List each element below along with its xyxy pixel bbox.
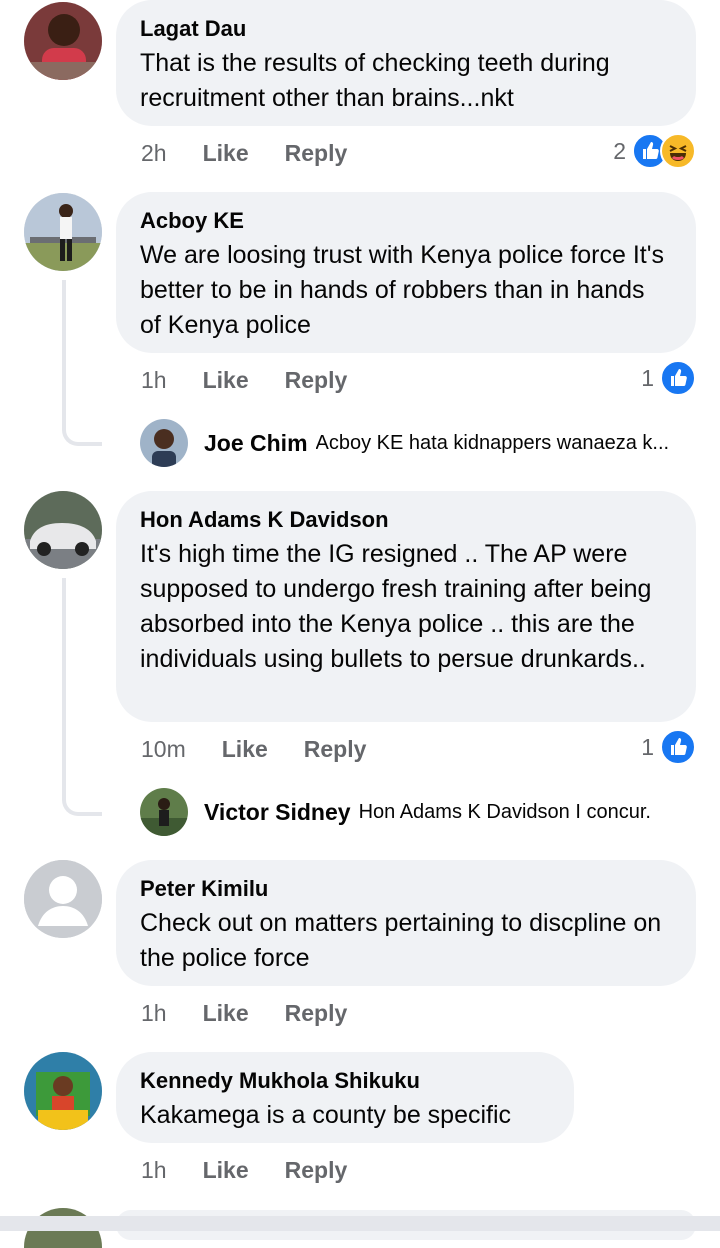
comment-actions: 1h Like Reply <box>141 995 383 1031</box>
avatar[interactable] <box>24 193 102 271</box>
comment-time[interactable]: 2h <box>141 135 167 171</box>
like-button[interactable]: Like <box>203 995 249 1031</box>
comment-time[interactable]: 10m <box>141 731 186 767</box>
comment-author[interactable]: Peter Kimilu <box>140 876 672 902</box>
comment-text: Check out on matters pertaining to discp… <box>140 909 662 972</box>
like-button[interactable]: Like <box>222 731 268 767</box>
avatar[interactable] <box>24 1052 102 1130</box>
comment-actions: 1h Like Reply <box>141 1152 383 1188</box>
reply-button[interactable]: Reply <box>285 362 348 398</box>
comment-bubble: Lagat Dau That is the results of checkin… <box>116 0 696 126</box>
comment-bubble: Hon Adams K Davidson It's high time the … <box>116 491 696 722</box>
avatar[interactable] <box>140 419 188 467</box>
thread-connector <box>62 578 102 816</box>
comment-text: We are loosing trust with Kenya police f… <box>140 241 664 339</box>
comment-time[interactable]: 1h <box>141 995 167 1031</box>
comment-text: Kakamega is a county be specific <box>140 1101 512 1129</box>
reaction-count: 1 <box>641 364 654 391</box>
comment-time[interactable]: 1h <box>141 362 167 398</box>
reply-preview[interactable]: Victor Sidney Hon Adams K Davidson I con… <box>140 788 651 836</box>
comment-author[interactable]: Hon Adams K Davidson <box>140 507 672 533</box>
reply-button[interactable]: Reply <box>285 1152 348 1188</box>
reaction-count: 1 <box>641 733 654 760</box>
reply-author[interactable]: Victor Sidney <box>204 799 351 826</box>
reply-button[interactable]: Reply <box>285 135 348 171</box>
thread-connector <box>62 280 102 446</box>
avatar[interactable] <box>140 788 188 836</box>
comment-author[interactable]: Acboy KE <box>140 208 672 234</box>
reply-text: Hon Adams K Davidson I concur. <box>358 800 651 823</box>
avatar[interactable] <box>24 860 102 938</box>
comment-bubble: Kennedy Mukhola Shikuku Kakamega is a co… <box>116 1052 574 1143</box>
comment-actions: 10m Like Reply <box>141 731 402 767</box>
reply-author[interactable]: Joe Chim <box>204 430 308 457</box>
reaction-summary[interactable]: 1 <box>641 729 696 765</box>
like-icon <box>660 729 696 765</box>
bottom-divider <box>0 1216 720 1231</box>
like-button[interactable]: Like <box>203 362 249 398</box>
like-button[interactable]: Like <box>203 1152 249 1188</box>
like-button[interactable]: Like <box>203 135 249 171</box>
reply-preview[interactable]: Joe Chim Acboy KE hata kidnappers wanaez… <box>140 419 669 467</box>
comment-time[interactable]: 1h <box>141 1152 167 1188</box>
avatar[interactable] <box>24 491 102 569</box>
comment-bubble: Acboy KE We are loosing trust with Kenya… <box>116 192 696 353</box>
reply-button[interactable]: Reply <box>304 731 367 767</box>
comment-actions: 1h Like Reply <box>141 362 383 398</box>
comment-text: It's high time the IG resigned .. The AP… <box>140 540 652 673</box>
comment-author[interactable]: Kennedy Mukhola Shikuku <box>140 1068 550 1094</box>
comment-text: That is the results of checking teeth du… <box>140 49 610 112</box>
like-icon <box>660 360 696 396</box>
comment-author[interactable]: Lagat Dau <box>140 16 672 42</box>
comment-actions: 2h Like Reply <box>141 135 383 171</box>
reaction-summary[interactable]: 1 <box>641 360 696 396</box>
reply-button[interactable]: Reply <box>285 995 348 1031</box>
comment-bubble: Peter Kimilu Check out on matters pertai… <box>116 860 696 986</box>
haha-icon <box>660 133 696 169</box>
reply-text: Acboy KE hata kidnappers wanaeza k... <box>315 431 670 454</box>
avatar[interactable] <box>24 2 102 80</box>
reaction-count: 2 <box>613 137 626 164</box>
reaction-summary[interactable]: 2 <box>613 133 696 169</box>
